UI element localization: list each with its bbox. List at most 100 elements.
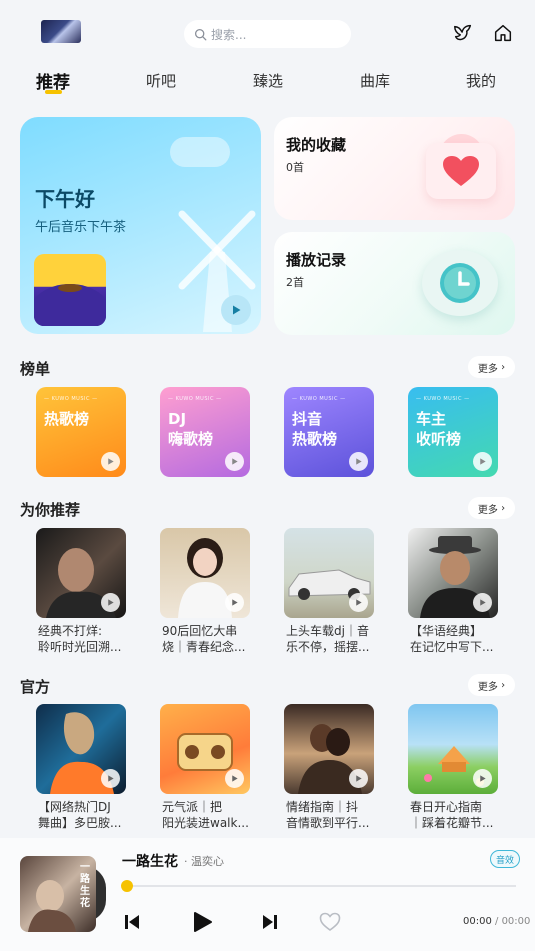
home-icon[interactable] <box>492 22 514 44</box>
brand-label: — KUWO MUSIC — <box>416 396 470 402</box>
favorites-title: 我的收藏 <box>286 136 347 154</box>
playlist-caption[interactable]: 上头车载dj｜音 乐不停，摇摆... <box>286 623 384 655</box>
more-label: 更多 <box>477 363 498 375</box>
play-button[interactable] <box>473 452 492 471</box>
greeting-cover-image <box>34 254 106 326</box>
playlist-cover[interactable] <box>408 704 498 794</box>
playlist-cover[interactable] <box>160 704 250 794</box>
caption-line: 经典不打烊: <box>38 624 103 638</box>
caption-line: 90后回忆大串 <box>162 624 238 638</box>
search-icon <box>194 28 207 40</box>
playlist-cover[interactable] <box>284 704 374 794</box>
play-icon <box>108 458 114 465</box>
mini-player: 一路生花 一路生花 · 温奕心 音效 00:00 / 00:00 <box>0 838 535 951</box>
play-button[interactable] <box>225 593 244 612</box>
next-icon <box>263 915 277 929</box>
playlist-caption[interactable]: 经典不打烊: 聆听时光回溯... <box>38 623 136 655</box>
official-more-button[interactable]: 更多 › <box>468 674 515 696</box>
brand-label: — KUWO MUSIC — <box>292 396 346 402</box>
greeting-card[interactable]: 下午好 午后音乐下午茶 <box>20 117 261 334</box>
play-icon <box>356 458 362 465</box>
recommend-section-title: 为你推荐 <box>20 501 81 519</box>
now-playing-cover[interactable]: 一路生花 <box>20 856 96 932</box>
caption-line: ｜踩着花瓣节... <box>410 816 494 830</box>
chart-name: 车主 收听榜 <box>416 410 462 448</box>
chart-tile-hot[interactable]: — KUWO MUSIC — 热歌榜 <box>36 387 126 477</box>
play-icon <box>232 775 238 782</box>
playlist-cover[interactable] <box>284 528 374 618</box>
bird-icon[interactable] <box>452 22 474 44</box>
tab-mine[interactable]: 我的 <box>466 70 496 91</box>
next-button[interactable] <box>258 910 282 934</box>
brand-label: — KUWO MUSIC — <box>44 396 98 402</box>
playlist-cover[interactable] <box>36 528 126 618</box>
charts-section-title: 榜单 <box>20 360 51 378</box>
heart-outline-icon <box>319 912 341 931</box>
play-button[interactable] <box>349 593 368 612</box>
play-button[interactable] <box>473 593 492 612</box>
play-icon <box>232 599 238 606</box>
song-artist: · 温奕心 <box>184 855 224 868</box>
more-label: 更多 <box>477 504 498 516</box>
playlist-caption[interactable]: 【华语经典】 在记忆中写下... <box>410 623 508 655</box>
tab-listen[interactable]: 听吧 <box>146 70 176 91</box>
playlist-caption[interactable]: 情绪指南｜抖 音情歌到平行... <box>286 799 384 831</box>
play-button[interactable] <box>101 593 120 612</box>
play-button[interactable] <box>101 769 120 788</box>
play-button[interactable] <box>473 769 492 788</box>
playlist-cover[interactable] <box>408 528 498 618</box>
charts-more-button[interactable]: 更多 › <box>468 356 515 378</box>
progress-knob[interactable] <box>121 880 133 892</box>
play-button[interactable] <box>225 452 244 471</box>
recommend-more-button[interactable]: 更多 › <box>468 497 515 519</box>
favorites-count: 0首 <box>286 161 304 174</box>
favorites-card[interactable]: 我的收藏 0首 <box>274 117 515 220</box>
tab-select[interactable]: 臻选 <box>253 70 283 91</box>
play-button[interactable] <box>221 295 251 325</box>
play-button[interactable] <box>101 452 120 471</box>
play-button[interactable] <box>349 769 368 788</box>
clock-icon <box>422 250 498 316</box>
playlist-caption[interactable]: 春日开心指南 ｜踩着花瓣节... <box>410 799 508 831</box>
playlist-caption[interactable]: 【网络热门DJ 舞曲】多巴胺... <box>38 799 136 831</box>
tab-library[interactable]: 曲库 <box>360 70 390 91</box>
playlist-caption[interactable]: 元气派｜把 阳光装进walk... <box>162 799 260 831</box>
thumbnail-image[interactable] <box>41 20 81 43</box>
caption-line: 上头车载dj｜音 <box>286 624 369 638</box>
progress-track[interactable] <box>126 885 516 887</box>
cloud-decoration <box>170 137 230 167</box>
sound-effect-button[interactable]: 音效 <box>490 850 520 868</box>
playlist-caption[interactable]: 90后回忆大串 烧｜青春纪念... <box>162 623 260 655</box>
playlist-cover[interactable] <box>160 528 250 618</box>
greeting-subtitle: 午后音乐下午茶 <box>35 220 127 235</box>
play-button[interactable] <box>190 910 214 934</box>
caption-line: 烧｜青春纪念... <box>162 640 246 654</box>
playlist-cover[interactable] <box>36 704 126 794</box>
like-button[interactable] <box>318 910 342 934</box>
caption-line: 在记忆中写下... <box>410 640 494 654</box>
caption-line: 聆听时光回溯... <box>38 640 122 654</box>
time-separator: / <box>491 916 502 927</box>
greeting-title: 下午好 <box>35 187 95 211</box>
play-button[interactable] <box>225 769 244 788</box>
song-title: 一路生花 <box>122 854 178 870</box>
caption-line: 乐不停，摇摆... <box>286 640 370 654</box>
play-icon <box>108 775 114 782</box>
previous-button[interactable] <box>120 910 144 934</box>
history-count: 2首 <box>286 276 304 289</box>
chart-tile-car[interactable]: — KUWO MUSIC — 车主 收听榜 <box>408 387 498 477</box>
play-button[interactable] <box>349 452 368 471</box>
active-tab-indicator <box>45 90 62 94</box>
search-input[interactable]: 搜索... <box>184 20 351 48</box>
play-icon <box>194 912 212 932</box>
cover-title: 一路生花 <box>80 862 90 909</box>
top-bar: 搜索... <box>0 0 535 64</box>
total-time: 00:00 <box>501 916 531 927</box>
brand-label: — KUWO MUSIC — <box>168 396 222 402</box>
chart-tile-douyin[interactable]: — KUWO MUSIC — 抖音 热歌榜 <box>284 387 374 477</box>
history-card[interactable]: 播放记录 2首 <box>274 232 515 335</box>
history-title: 播放记录 <box>286 251 347 269</box>
chart-tile-dj[interactable]: — KUWO MUSIC — DJ 嗨歌榜 <box>160 387 250 477</box>
caption-line: 音情歌到平行... <box>286 816 370 830</box>
chart-name: 抖音 热歌榜 <box>292 410 338 448</box>
